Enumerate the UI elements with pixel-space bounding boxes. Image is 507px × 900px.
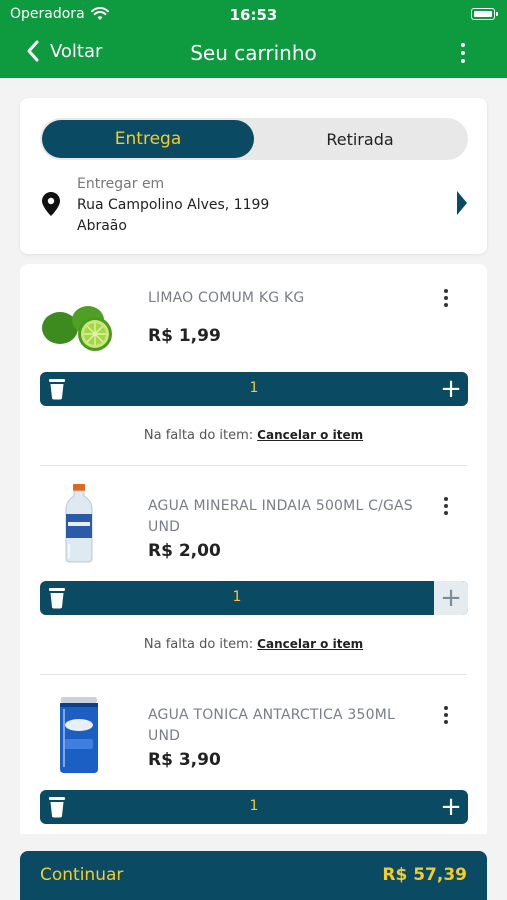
quantity-value: 1 <box>232 589 242 605</box>
item-name: AGUA MINERAL INDAIA 500ML C/GAS UND <box>148 498 413 535</box>
increment-button[interactable]: + <box>434 790 468 824</box>
item-name: LIMAO COMUM KG KG <box>148 290 305 306</box>
page-title: Seu carrinho <box>190 41 317 65</box>
delivery-address[interactable]: Entregar em Rua Campolino Alves, 1199 Ab… <box>77 174 269 237</box>
nav-header: Voltar Seu carrinho <box>0 30 507 78</box>
quantity-value: 1 <box>249 798 259 814</box>
divider <box>40 465 467 466</box>
more-options-icon[interactable] <box>459 43 467 63</box>
address-chevron-right-icon[interactable] <box>457 191 467 215</box>
divider <box>40 674 467 675</box>
cancel-item-link[interactable]: Cancelar o item <box>257 428 363 442</box>
quantity-stepper: 1 + <box>40 581 468 615</box>
increment-button[interactable]: + <box>434 581 468 615</box>
continue-label: Continuar <box>40 865 124 885</box>
tonic-can-icon <box>60 697 98 773</box>
delivery-mode-toggle: Entrega Retirada <box>40 118 468 160</box>
cart-total: R$ 57,39 <box>382 865 467 885</box>
tab-entrega[interactable]: Entrega <box>42 120 254 158</box>
lime-icon <box>42 306 112 351</box>
item-name: AGUA TONICA ANTARCTICA 350ML UND <box>148 707 396 744</box>
quantity-stepper: 1 + <box>40 790 468 824</box>
item-more-icon[interactable] <box>443 706 449 724</box>
quantity-value: 1 <box>249 380 259 396</box>
delivery-card: Entrega Retirada Entregar em Rua Campoli… <box>20 98 487 254</box>
shortage-label: Na falta do item: <box>143 637 254 652</box>
location-pin-icon <box>42 192 60 216</box>
battery-icon <box>471 8 498 20</box>
shortage-option: Na falta do item: Cancelar o item <box>20 428 487 443</box>
item-more-icon[interactable] <box>443 497 449 515</box>
increment-button[interactable]: + <box>434 372 468 406</box>
item-price: R$ 1,99 <box>148 326 221 346</box>
tab-retirada[interactable]: Retirada <box>254 120 466 158</box>
cart-list: LIMAO COMUM KG KG R$ 1,99 1 + Na falta d… <box>20 264 487 834</box>
quantity-stepper: 1 + <box>40 372 468 406</box>
cancel-item-link[interactable]: Cancelar o item <box>257 637 363 651</box>
status-bar: Operadora 16:53 <box>0 0 507 30</box>
water-bottle-icon <box>65 484 93 563</box>
item-price: R$ 3,90 <box>148 750 221 770</box>
address-label: Entregar em <box>77 176 165 192</box>
continue-button[interactable]: Continuar R$ 57,39 <box>20 851 487 900</box>
shortage-label: Na falta do item: <box>143 428 254 443</box>
item-price: R$ 2,00 <box>148 541 221 561</box>
shortage-option: Na falta do item: Cancelar o item <box>20 637 487 652</box>
address-line2: Abraão <box>77 218 127 234</box>
item-more-icon[interactable] <box>443 289 449 307</box>
address-line1: Rua Campolino Alves, 1199 <box>77 197 270 213</box>
status-time: 16:53 <box>229 6 278 24</box>
